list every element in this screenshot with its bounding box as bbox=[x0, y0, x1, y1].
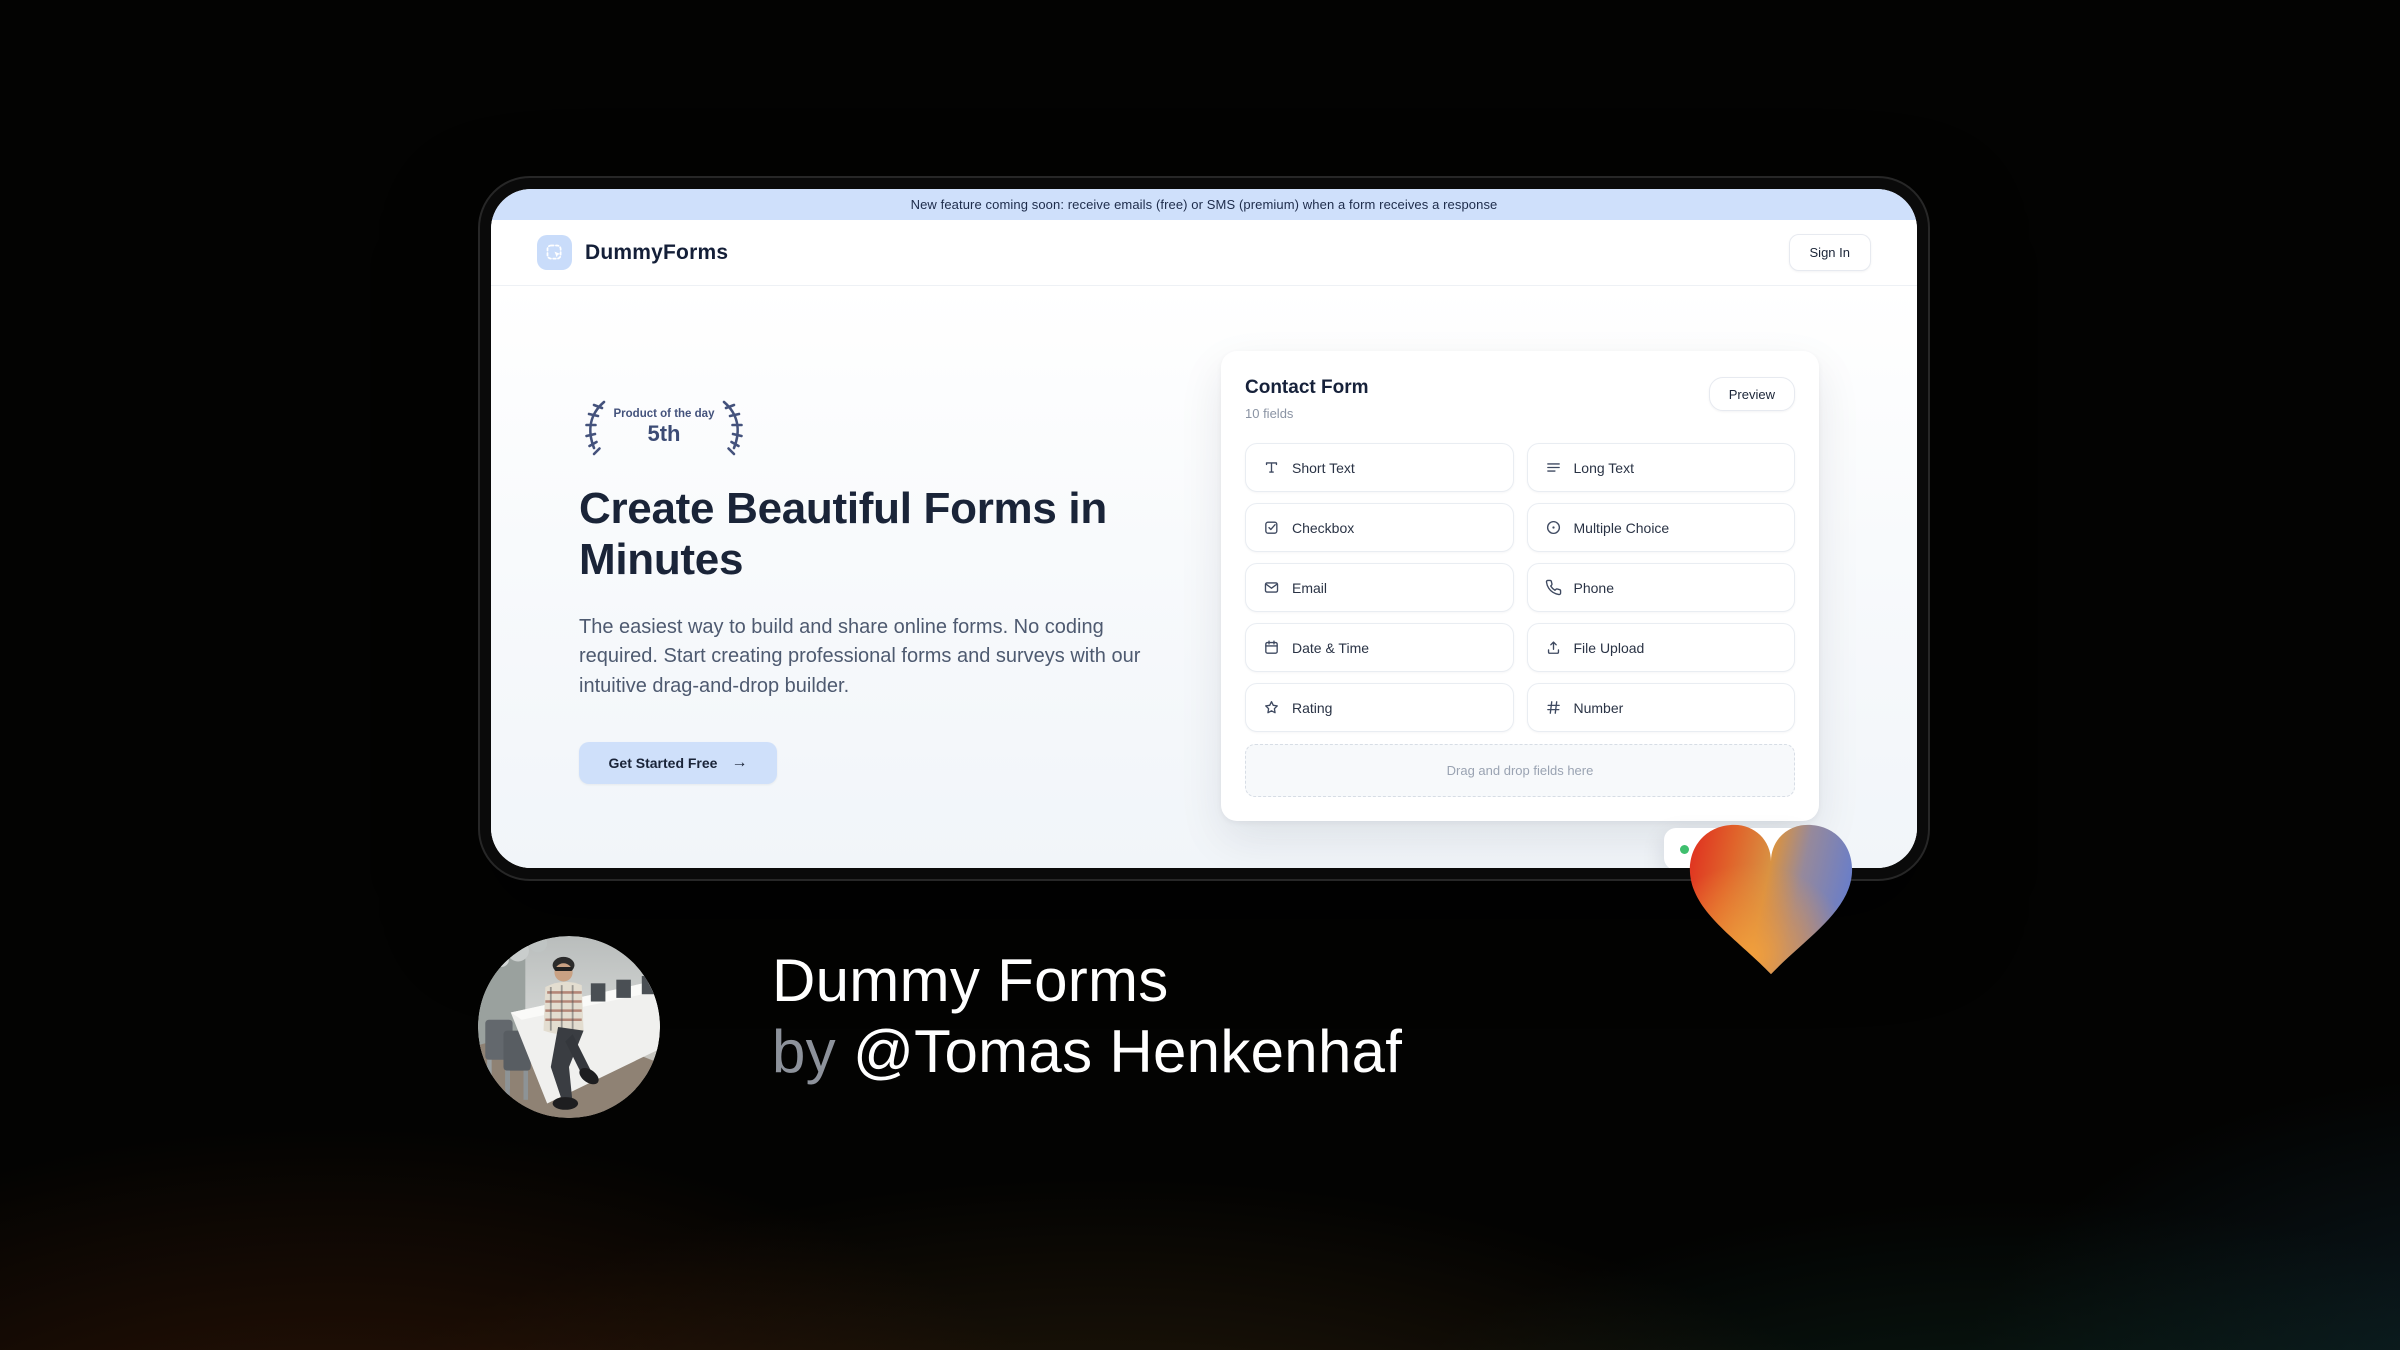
field-tile-checkbox[interactable]: Checkbox bbox=[1245, 503, 1514, 552]
form-builder-card: Contact Form 10 fields Preview Short Tex… bbox=[1221, 351, 1819, 821]
form-builder-card-wrap: Contact Form 10 fields Preview Short Tex… bbox=[1221, 351, 1819, 821]
app-window: New feature coming soon: receive emails … bbox=[491, 189, 1917, 868]
field-tile-short-text[interactable]: Short Text bbox=[1245, 443, 1514, 492]
app-header: DummyForms Sign In bbox=[491, 220, 1917, 286]
arrow-right-icon: → bbox=[731, 753, 748, 771]
laurel-right-icon bbox=[723, 401, 744, 456]
field-label: Number bbox=[1573, 699, 1624, 716]
calendar-icon bbox=[1263, 639, 1280, 656]
product-of-the-day-badge: Product of the day 5th bbox=[579, 396, 749, 458]
field-tile-rating[interactable]: Rating bbox=[1245, 683, 1514, 732]
field-tile-date-time[interactable]: Date & Time bbox=[1245, 623, 1514, 672]
caption-by: by bbox=[772, 1017, 853, 1085]
field-grid: Short Text Long Text Checkbox Multiple Choi… bbox=[1245, 443, 1795, 732]
card-title-block: Contact Form 10 fields bbox=[1245, 377, 1369, 421]
get-started-button[interactable]: Get Started Free → bbox=[579, 741, 777, 784]
author-avatar bbox=[478, 936, 660, 1118]
upload-icon bbox=[1545, 639, 1562, 656]
laurel-left-icon bbox=[584, 401, 605, 456]
hero-description: The easiest way to build and share onlin… bbox=[579, 615, 1141, 697]
brand-logo-icon bbox=[537, 235, 572, 270]
caption-author: @Tomas Henkenhaf bbox=[852, 1017, 1403, 1085]
brand: DummyForms bbox=[537, 235, 728, 270]
announcement-banner: New feature coming soon: receive emails … bbox=[491, 189, 1917, 220]
field-label: Phone bbox=[1573, 579, 1614, 596]
promo-canvas: New feature coming soon: receive emails … bbox=[0, 0, 2400, 1350]
hero-heading: Create Beautiful Forms in Minutes bbox=[579, 484, 1107, 584]
brand-name: DummyForms bbox=[585, 240, 729, 264]
field-label: File Upload bbox=[1573, 639, 1645, 656]
fields-count: 10 fields bbox=[1245, 406, 1294, 421]
field-label: Multiple Choice bbox=[1573, 519, 1670, 536]
get-started-label: Get Started Free bbox=[608, 754, 718, 771]
browser-window-frame: New feature coming soon: receive emails … bbox=[478, 176, 1930, 881]
short-text-icon bbox=[1263, 459, 1280, 476]
sign-in-button[interactable]: Sign In bbox=[1788, 234, 1871, 271]
preview-button[interactable]: Preview bbox=[1708, 377, 1795, 411]
phone-icon bbox=[1545, 579, 1562, 596]
field-tile-email[interactable]: Email bbox=[1245, 563, 1514, 612]
caption-title: Dummy Forms bbox=[772, 947, 1169, 1014]
email-icon bbox=[1263, 579, 1280, 596]
field-tile-multiple-choice[interactable]: Multiple Choice bbox=[1526, 503, 1795, 552]
hash-icon bbox=[1545, 699, 1562, 716]
field-label: Short Text bbox=[1292, 459, 1355, 476]
star-icon bbox=[1263, 699, 1280, 716]
dropzone[interactable]: Drag and drop fields here bbox=[1245, 744, 1795, 797]
checkbox-icon bbox=[1263, 519, 1280, 536]
field-tile-phone[interactable]: Phone bbox=[1526, 563, 1795, 612]
card-header: Contact Form 10 fields Preview bbox=[1245, 377, 1795, 421]
award-text: Product of the day 5th bbox=[614, 408, 715, 447]
field-label: Email bbox=[1292, 579, 1328, 596]
caption: Dummy Forms by @Tomas Henkenhaf bbox=[772, 946, 1402, 1088]
field-label: Long Text bbox=[1573, 459, 1634, 476]
field-label: Date & Time bbox=[1292, 639, 1370, 656]
gradient-heart-icon bbox=[1689, 824, 1853, 975]
dropzone-text: Drag and drop fields here bbox=[1446, 763, 1594, 778]
hero-copy: Product of the day 5th Create Beautiful … bbox=[579, 396, 1179, 784]
award-title: Product of the day bbox=[613, 407, 715, 420]
field-tile-number[interactable]: Number bbox=[1526, 683, 1795, 732]
announcement-text: New feature coming soon: receive emails … bbox=[910, 197, 1498, 212]
long-text-icon bbox=[1545, 459, 1562, 476]
award-rank: 5th bbox=[647, 420, 681, 446]
hero-section: Product of the day 5th Create Beautiful … bbox=[491, 286, 1917, 868]
form-title: Contact Form bbox=[1245, 377, 1369, 398]
field-tile-file-upload[interactable]: File Upload bbox=[1526, 623, 1795, 672]
field-label: Checkbox bbox=[1292, 519, 1355, 536]
caption-byline: by @Tomas Henkenhaf bbox=[772, 1017, 1402, 1088]
multiple-choice-icon bbox=[1545, 519, 1562, 536]
field-label: Rating bbox=[1292, 699, 1333, 716]
field-tile-long-text[interactable]: Long Text bbox=[1526, 443, 1795, 492]
